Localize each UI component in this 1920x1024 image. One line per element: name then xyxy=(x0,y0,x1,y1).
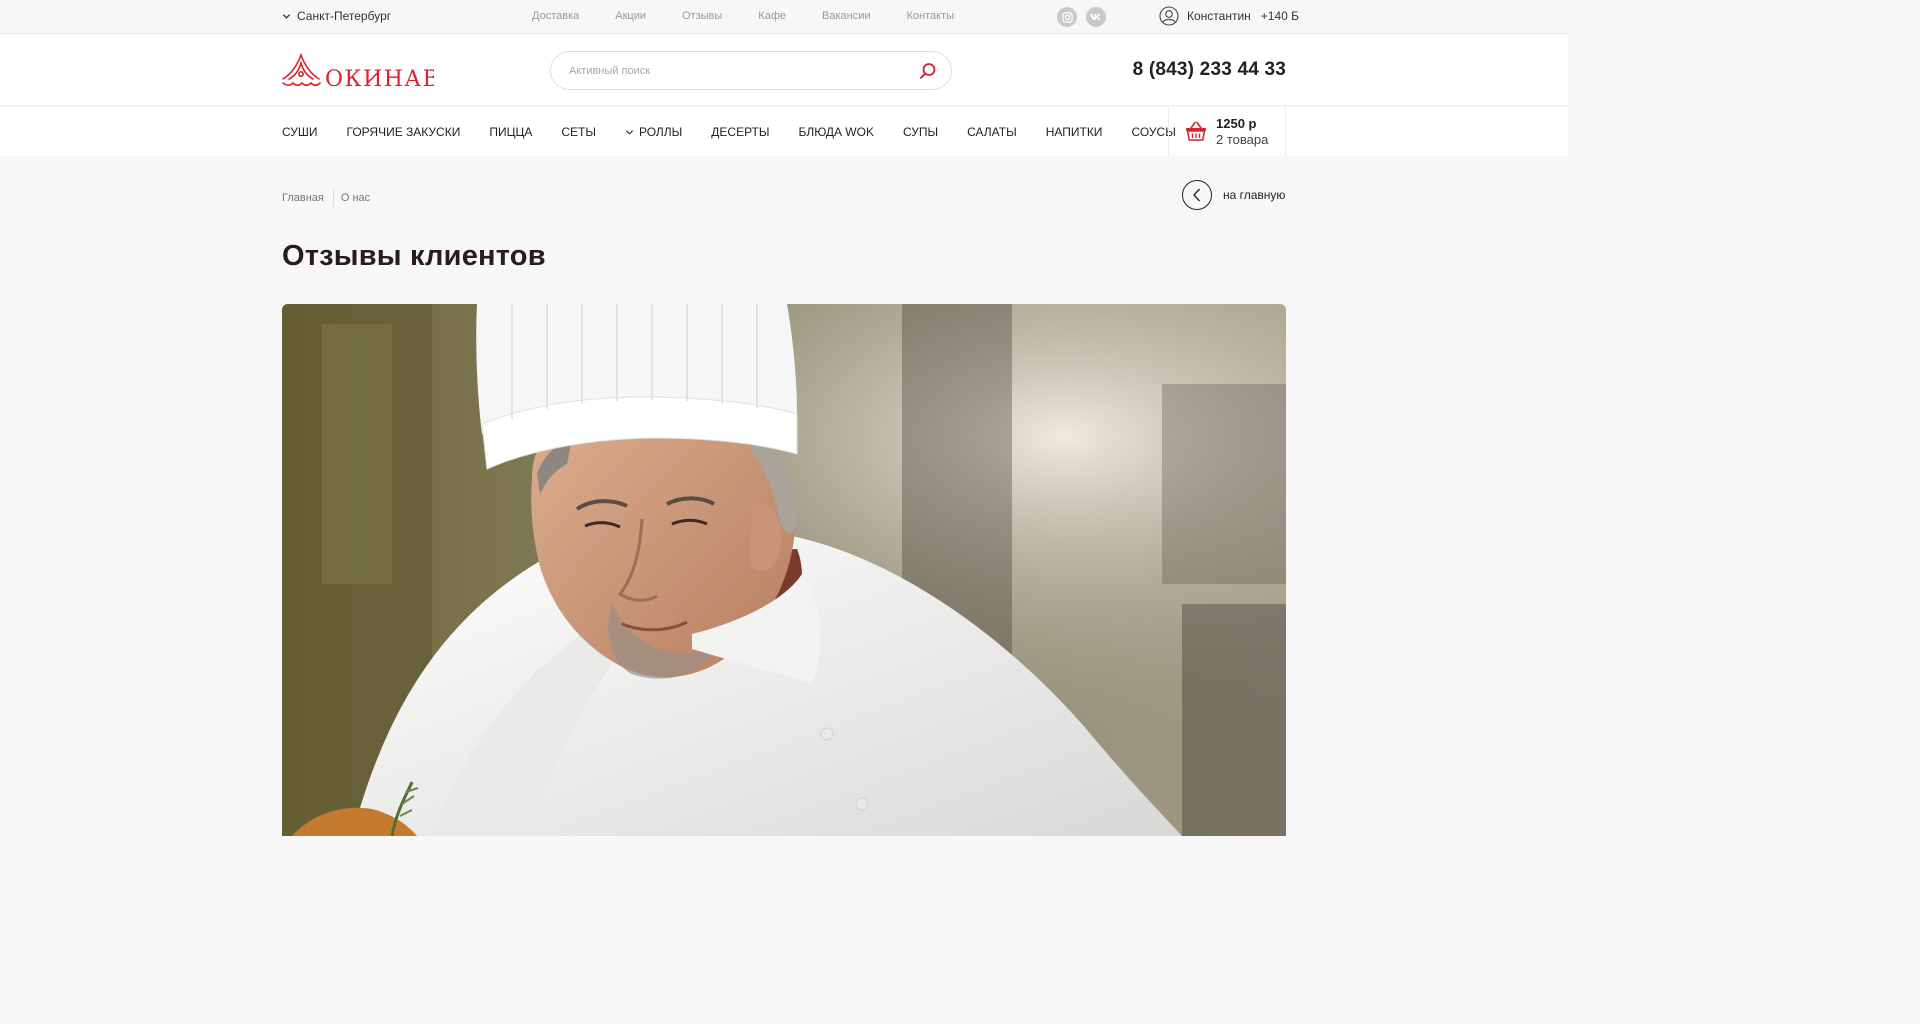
cart-sum: 1250 р xyxy=(1216,116,1257,131)
category-label: САЛАТЫ xyxy=(967,125,1017,139)
breadcrumb-about[interactable]: О нас xyxy=(341,192,370,204)
category-rolls[interactable]: РОЛЛЫ xyxy=(625,125,682,139)
category-sets[interactable]: СЕТЫ xyxy=(561,125,596,139)
top-link-cafe[interactable]: Кафе xyxy=(758,10,786,22)
chevron-left-icon xyxy=(1193,188,1200,202)
city-label: Санкт-Петербург xyxy=(297,9,392,23)
chevron-down-icon xyxy=(282,13,291,19)
back-button-circle xyxy=(1182,180,1212,210)
phone-number[interactable]: 8 (843) 233 44 33 xyxy=(1133,59,1286,81)
category-label: БЛЮДА WOK xyxy=(798,125,874,139)
category-label: ДЕСЕРТЫ xyxy=(711,125,770,139)
hero-image xyxy=(282,304,1286,836)
back-label: на главную xyxy=(1223,188,1286,202)
chevron-down-icon xyxy=(625,129,634,135)
instagram-icon xyxy=(1061,11,1073,23)
category-pizza[interactable]: ПИЦЦА xyxy=(489,125,532,139)
category-salads[interactable]: САЛАТЫ xyxy=(967,125,1017,139)
top-link-promotions[interactable]: Акции xyxy=(615,10,646,22)
category-label: НАПИТКИ xyxy=(1045,125,1103,139)
user-icon xyxy=(1159,6,1179,26)
social-links xyxy=(1057,7,1106,27)
cart-count: 2 товара xyxy=(1216,132,1269,147)
category-hot-snacks[interactable]: ГОРЯЧИЕ ЗАКУСКИ xyxy=(347,125,461,139)
user-bonus: +140 Б xyxy=(1260,9,1300,23)
search-box xyxy=(550,51,952,90)
page-title: Отзывы клиентов xyxy=(282,240,546,272)
cart-button[interactable]: 1250 р 2 товара xyxy=(1168,107,1286,156)
category-label: СЕТЫ xyxy=(561,125,596,139)
top-link-delivery[interactable]: Доставка xyxy=(532,10,579,22)
user-name: Константин xyxy=(1187,9,1251,23)
search-icon[interactable] xyxy=(919,62,937,80)
vk-icon xyxy=(1090,14,1101,20)
category-sushi[interactable]: СУШИ xyxy=(282,125,318,139)
top-nav: Доставка Акции Отзывы Кафе Вакансии Конт… xyxy=(532,10,954,22)
logo-image: ОКИНАВА xyxy=(282,52,457,92)
category-label: СУПЫ xyxy=(902,125,939,139)
back-to-home-link[interactable]: на главную xyxy=(1182,180,1285,210)
category-drinks[interactable]: НАПИТКИ xyxy=(1046,125,1103,139)
category-desserts[interactable]: ДЕСЕРТЫ xyxy=(711,125,769,139)
breadcrumb-home[interactable]: Главная xyxy=(282,192,324,204)
top-link-contacts[interactable]: Контакты xyxy=(907,10,955,22)
category-label: СУШИ xyxy=(282,125,318,139)
category-wok[interactable]: БЛЮДА WOK xyxy=(799,125,874,139)
breadcrumb: Главная О нас xyxy=(282,189,370,207)
category-soups[interactable]: СУПЫ xyxy=(903,125,938,139)
logo[interactable]: ОКИНАВА xyxy=(281,52,457,92)
instagram-button[interactable] xyxy=(1057,7,1077,27)
top-bar: Санкт-Петербург Доставка Акции Отзывы Ка… xyxy=(0,0,1568,34)
top-link-vacancies[interactable]: Вакансии xyxy=(822,10,871,22)
top-link-reviews[interactable]: Отзывы xyxy=(682,10,722,22)
city-selector[interactable]: Санкт-Петербург xyxy=(282,9,391,23)
basket-icon xyxy=(1186,121,1206,141)
header: ОКИНАВА 8 (843) 233 44 33 xyxy=(0,35,1568,106)
vk-button[interactable] xyxy=(1086,7,1106,27)
category-nav: СУШИ ГОРЯЧИЕ ЗАКУСКИ ПИЦЦА СЕТЫ РОЛЛЫ ДЕ… xyxy=(282,125,1176,139)
category-label: ПИЦЦА xyxy=(489,125,533,139)
category-label: РОЛЛЫ xyxy=(638,125,683,139)
logo-text: ОКИНАВА xyxy=(325,67,434,90)
category-label: ГОРЯЧИЕ ЗАКУСКИ xyxy=(346,125,461,139)
chef-photo xyxy=(282,304,1286,836)
user-account[interactable]: Константин +140 Б xyxy=(1159,6,1299,26)
breadcrumb-separator xyxy=(332,189,334,207)
search-input[interactable] xyxy=(567,52,907,89)
category-bar: СУШИ ГОРЯЧИЕ ЗАКУСКИ ПИЦЦА СЕТЫ РОЛЛЫ ДЕ… xyxy=(0,107,1568,156)
